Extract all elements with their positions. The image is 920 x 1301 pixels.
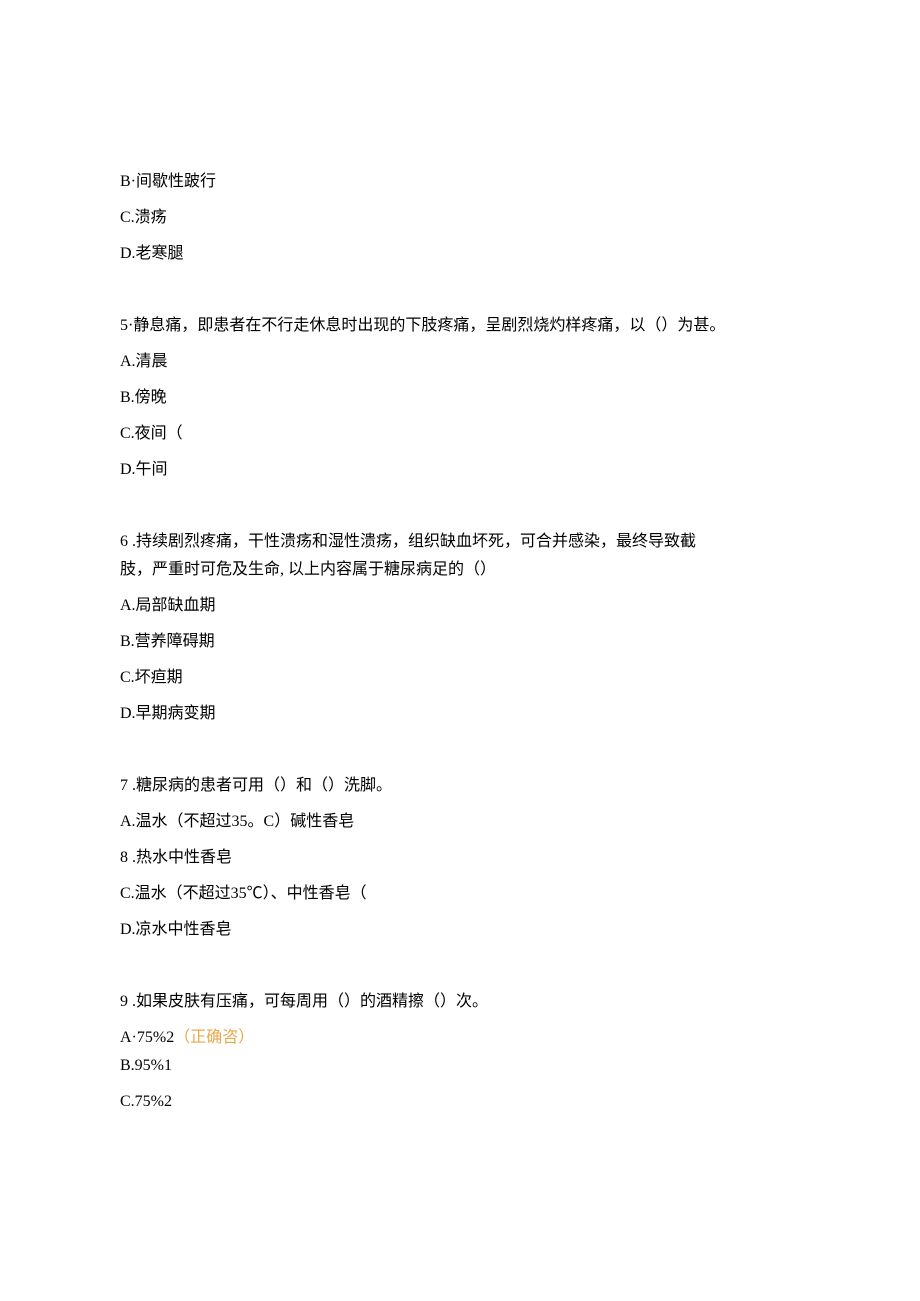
q9-text: 9 .如果皮肤有压痛，可每周用（）的酒精擦（）次。: [120, 990, 800, 1014]
q6-option-b: B.营养障碍期: [120, 630, 800, 654]
q5-option-b: B.傍晚: [120, 386, 800, 410]
question-6: 6 .持续剧烈疼痛，干性溃疡和湿性溃疡，组织缺血坏死，可合并感染，最终导致截 肢…: [120, 530, 800, 726]
q7-option-d: D.凉水中性香皂: [120, 918, 800, 942]
q7-text: 7 .糖尿病的患者可用（）和（）洗脚。: [120, 774, 800, 798]
q6-text-line1: 6 .持续剧烈疼痛，干性溃疡和湿性溃疡，组织缺血坏死，可合并感染，最终导致截: [120, 530, 800, 554]
q5-option-d: D.午间: [120, 458, 800, 482]
q7-option-a: A.温水（不超过35。C）碱性香皂: [120, 810, 800, 834]
q6-option-a: A.局部缺血期: [120, 594, 800, 618]
q9-option-a-annotation: （正确咨）: [174, 1029, 254, 1046]
q9-option-a: A·75%2（正确咨）: [120, 1026, 800, 1050]
q5-option-a: A.清晨: [120, 350, 800, 374]
q7-option-c: C.温水（不超过35℃）、中性香皂（: [120, 882, 800, 906]
q9-option-b: B.95%1: [120, 1054, 800, 1078]
q4-option-c: C.溃疡: [120, 206, 800, 230]
q7-option-b: 8 .热水中性香皂: [120, 846, 800, 870]
q6-option-c: C.坏疸期: [120, 666, 800, 690]
q5-text: 5·静息痛，即患者在不行走休息时出现的下肢疼痛，呈剧烈烧灼样疼痛，以（）为甚。: [120, 314, 800, 338]
question-4-partial: B·间歇性跛行 C.溃疡 D.老寒腿: [120, 170, 800, 266]
q4-option-d: D.老寒腿: [120, 242, 800, 266]
q4-option-b: B·间歇性跛行: [120, 170, 800, 194]
q6-option-d: D.早期病变期: [120, 702, 800, 726]
question-9: 9 .如果皮肤有压痛，可每周用（）的酒精擦（）次。 A·75%2（正确咨） B.…: [120, 990, 800, 1114]
q6-text-line2: 肢，严重时可危及生命, 以上内容属于糖尿病足的（）: [120, 558, 800, 582]
q9-option-a-prefix: A·75%2: [120, 1029, 174, 1046]
question-7: 7 .糖尿病的患者可用（）和（）洗脚。 A.温水（不超过35。C）碱性香皂 8 …: [120, 774, 800, 942]
question-5: 5·静息痛，即患者在不行走休息时出现的下肢疼痛，呈剧烈烧灼样疼痛，以（）为甚。 …: [120, 314, 800, 482]
q5-option-c: C.夜间（: [120, 422, 800, 446]
q9-option-c: C.75%2: [120, 1090, 800, 1114]
